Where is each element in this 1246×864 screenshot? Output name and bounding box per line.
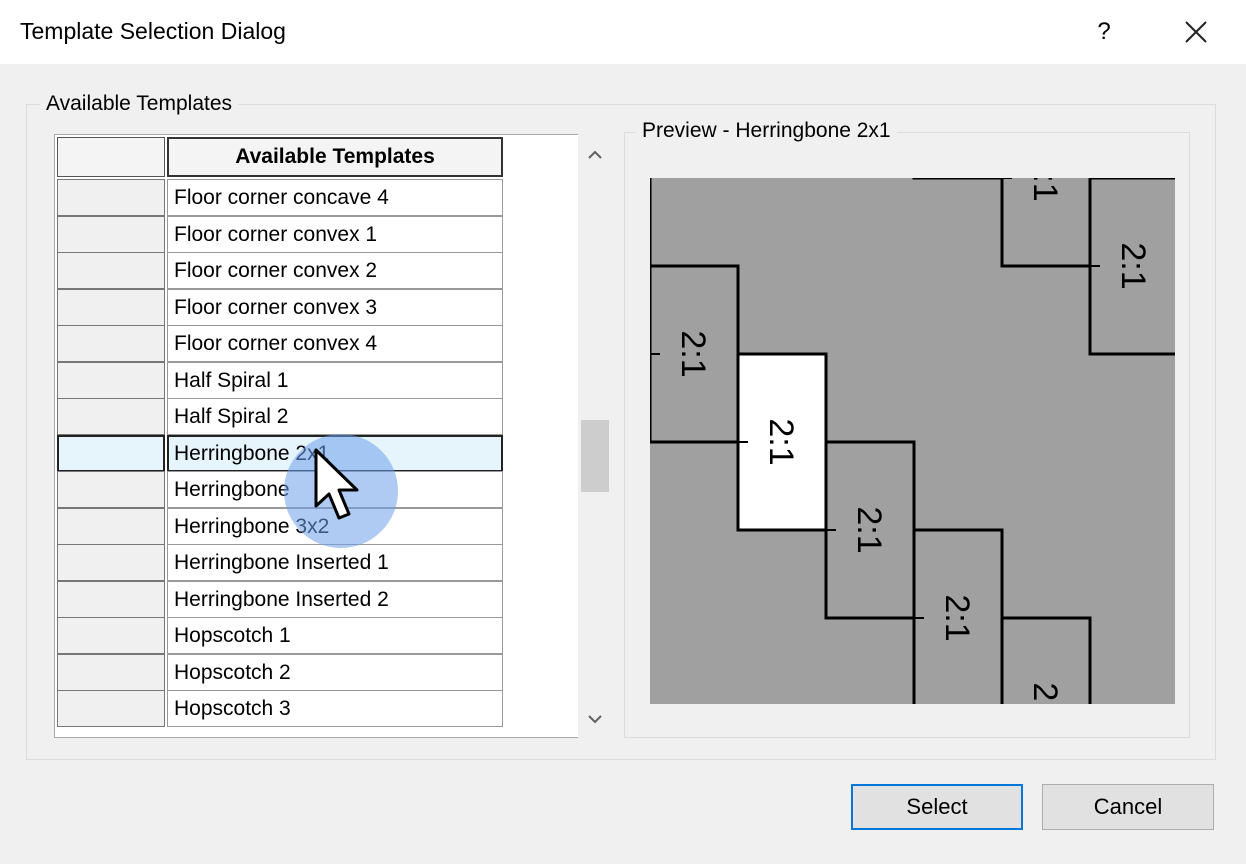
scroll-down-button[interactable] <box>578 698 612 738</box>
row-header[interactable] <box>57 507 165 545</box>
grid-scrollbar[interactable] <box>578 134 612 738</box>
template-name-cell[interactable]: Half Spiral 1 <box>167 361 503 399</box>
row-header[interactable] <box>57 653 165 691</box>
table-row[interactable]: Half Spiral 1 <box>55 361 612 399</box>
select-button[interactable]: Select <box>851 784 1023 830</box>
table-row[interactable]: Herringbone Inserted 2 <box>55 580 612 618</box>
vertical-tile: 2:1 <box>1000 178 1092 268</box>
close-button[interactable] <box>1168 10 1224 54</box>
chevron-down-icon <box>588 715 602 724</box>
vertical-tile: 2:1 <box>1088 178 1175 356</box>
window-title: Template Selection Dialog <box>20 18 286 44</box>
template-name-cell[interactable]: Herringbone Inserted 2 <box>167 580 503 618</box>
tile-ratio-label: 2:1 <box>1026 682 1064 704</box>
template-name-cell[interactable]: Hopscotch 1 <box>167 617 503 654</box>
template-name-cell[interactable]: Floor corner convex 3 <box>167 288 503 326</box>
table-row[interactable]: Hopscotch 1 <box>55 617 612 654</box>
table-row[interactable]: Floor corner convex 2 <box>55 252 612 289</box>
table-row[interactable]: Floor corner convex 1 <box>55 215 612 253</box>
row-header[interactable] <box>57 580 165 618</box>
tile-ratio-label: 2:1 <box>1114 242 1152 289</box>
tile-ratio-label: 2:1 <box>1026 178 1064 202</box>
template-name-cell[interactable]: Floor corner convex 1 <box>167 215 503 253</box>
preview-group-label: Preview - Herringbone 2x1 <box>636 119 897 143</box>
chevron-up-icon <box>588 150 602 159</box>
scroll-up-button[interactable] <box>578 134 612 174</box>
table-row[interactable]: Hopscotch 3 <box>55 690 612 727</box>
scroll-thumb[interactable] <box>581 420 609 492</box>
row-header-corner[interactable] <box>57 137 165 177</box>
template-name-cell[interactable]: Hopscotch 2 <box>167 653 503 691</box>
table-row[interactable]: Floor corner concave 4 <box>55 179 612 216</box>
template-name-cell[interactable]: Floor corner convex 4 <box>167 325 503 362</box>
row-header[interactable] <box>57 288 165 326</box>
vertical-tile: 2:1 <box>736 352 828 532</box>
preview-canvas: 2:12:12:12:12:12:12:12:12:12:12:12:12:12… <box>650 178 1175 704</box>
preview-pattern: 2:12:12:12:12:12:12:12:12:12:12:12:12:12… <box>650 178 1175 704</box>
row-header[interactable] <box>57 325 165 362</box>
title-bar: Template Selection Dialog ? <box>0 0 1246 64</box>
template-name-cell[interactable]: Hopscotch 3 <box>167 690 503 727</box>
table-row[interactable]: Hopscotch 2 <box>55 653 612 691</box>
tile-ratio-label: 2:1 <box>938 594 976 641</box>
table-row[interactable]: Floor corner convex 3 <box>55 288 612 326</box>
column-header-available-templates[interactable]: Available Templates <box>167 137 503 177</box>
vertical-tile: 2:1 <box>650 264 740 444</box>
template-name-cell[interactable]: Floor corner convex 2 <box>167 252 503 289</box>
tile-ratio-label: 2:1 <box>762 418 800 465</box>
table-row[interactable]: Floor corner convex 4 <box>55 325 612 362</box>
row-header[interactable] <box>57 398 165 435</box>
templates-group-label: Available Templates <box>40 92 239 116</box>
tile-ratio-label: 2:1 <box>850 506 888 553</box>
row-header[interactable] <box>57 617 165 654</box>
table-row[interactable]: Herringbone Inserted 1 <box>55 544 612 581</box>
vertical-tile: 2:1 <box>824 440 916 620</box>
cancel-button[interactable]: Cancel <box>1042 784 1214 830</box>
template-name-cell[interactable]: Herringbone Inserted 1 <box>167 544 503 581</box>
close-icon <box>1185 21 1207 43</box>
vertical-tile: 2:1 <box>912 528 1004 704</box>
row-header[interactable] <box>57 361 165 399</box>
template-name-cell[interactable]: Floor corner concave 4 <box>167 179 503 216</box>
row-header[interactable] <box>57 215 165 253</box>
template-name-cell[interactable]: Half Spiral 2 <box>167 398 503 435</box>
row-header[interactable] <box>57 690 165 727</box>
row-header[interactable] <box>57 179 165 216</box>
row-header[interactable] <box>57 471 165 508</box>
row-header[interactable] <box>57 252 165 289</box>
tile-ratio-label: 2:1 <box>674 330 712 377</box>
grid-header: Available Templates <box>55 135 612 179</box>
table-row[interactable]: Half Spiral 2 <box>55 398 612 435</box>
row-header[interactable] <box>57 544 165 581</box>
row-header[interactable] <box>57 434 165 472</box>
mouse-cursor-icon <box>314 448 359 520</box>
vertical-tile: 2:1 <box>1000 616 1092 704</box>
help-button[interactable]: ? <box>1076 10 1132 54</box>
